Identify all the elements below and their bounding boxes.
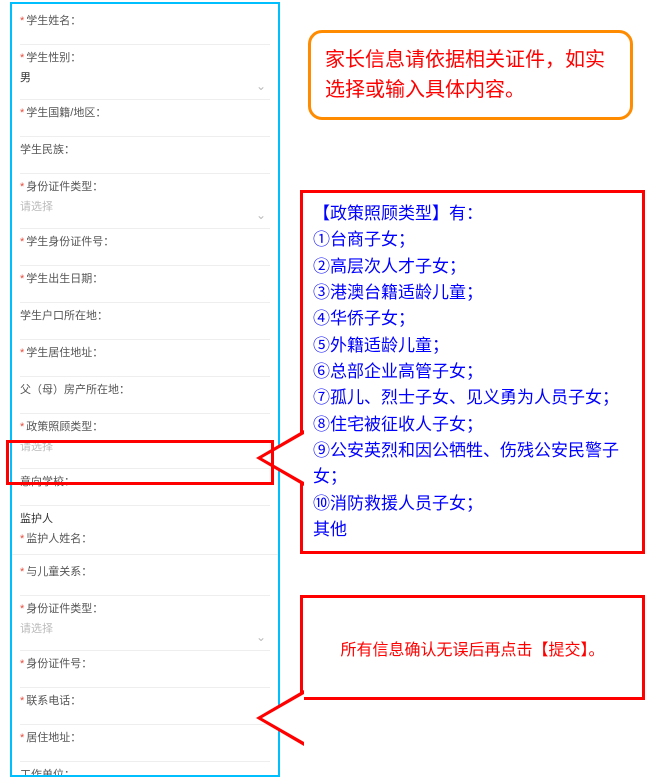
form-fields-top: *学生姓名： *学生性别： 男 ⌄ *学生国籍/地区： 学生民族： *身份证件类… — [12, 4, 278, 506]
label: 政策照顾类型： — [26, 421, 103, 433]
guardian-section-title: 监护人 — [12, 506, 278, 526]
label: 学生居住地址： — [26, 347, 103, 359]
field-student-name[interactable]: *学生姓名： — [20, 8, 270, 45]
label: 意向学校： — [20, 476, 75, 488]
chevron-down-icon: ⌄ — [256, 208, 266, 222]
label: 学生国籍/地区： — [26, 107, 106, 119]
callout-submit-reminder: 所有信息确认无误后再点击【提交】。 — [300, 595, 645, 700]
field-guardian-address[interactable]: *居住地址： — [20, 725, 270, 762]
label: 学生姓名： — [26, 15, 81, 27]
value: 请选择 — [20, 618, 53, 636]
policy-item: ③港澳台籍适龄儿童； — [313, 280, 632, 306]
label: 工作单位： — [20, 769, 75, 777]
policy-title: 【政策照顾类型】有： — [313, 201, 632, 227]
policy-item: ⑦孤儿、烈士子女、见义勇为人员子女； — [313, 385, 632, 411]
field-phone[interactable]: *联系电话： — [20, 688, 270, 725]
callout-arrow-fill — [262, 694, 304, 742]
value: 男 — [20, 67, 31, 85]
form-fields-bottom: *与儿童关系： *身份证件类型： 请选择 ⌄ *身份证件号： *联系电话： *居… — [12, 555, 278, 777]
field-school[interactable]: 意向学校： — [20, 469, 270, 506]
label: 身份证件号： — [26, 658, 92, 670]
label: 居住地址： — [26, 732, 81, 744]
label: 身份证件类型： — [26, 603, 103, 615]
label: 与儿童关系： — [26, 566, 92, 578]
field-policy-type[interactable]: *政策照顾类型： 请选择 ⌄ — [20, 414, 270, 469]
policy-item: ⑤外籍适龄儿童； — [313, 333, 632, 359]
field-residence[interactable]: *学生居住地址： — [20, 340, 270, 377]
callout-parent-info: 家长信息请依据相关证件，如实选择或输入具体内容。 — [308, 30, 633, 120]
value: 请选择 — [20, 196, 53, 214]
field-work-unit[interactable]: 工作单位： — [20, 762, 270, 777]
label: 学生户口所在地： — [20, 310, 108, 322]
label: 学生出生日期： — [26, 273, 103, 285]
policy-item: ②高层次人才子女； — [313, 254, 632, 280]
label: 父（母）房产所在地： — [20, 384, 130, 396]
field-birth-date[interactable]: *学生出生日期： — [20, 266, 270, 303]
label: 学生性别： — [26, 52, 81, 64]
field-nationality[interactable]: *学生国籍/地区： — [20, 100, 270, 137]
field-guardian-id-type[interactable]: *身份证件类型： 请选择 ⌄ — [20, 596, 270, 651]
policy-item: ①台商子女； — [313, 227, 632, 253]
callout-text: 所有信息确认无误后再点击【提交】。 — [340, 636, 604, 660]
callout-policy-types: 【政策照顾类型】有： ①台商子女； ②高层次人才子女； ③港澳台籍适龄儿童； ④… — [300, 190, 645, 554]
field-ethnicity[interactable]: 学生民族： — [20, 137, 270, 174]
field-guardian-id-number[interactable]: *身份证件号： — [20, 651, 270, 688]
policy-item: ⑨公安英烈和因公牺牲、伤残公安民警子女； — [313, 438, 632, 491]
field-relation[interactable]: *与儿童关系： — [20, 559, 270, 596]
form-panel: *学生姓名： *学生性别： 男 ⌄ *学生国籍/地区： 学生民族： *身份证件类… — [10, 2, 280, 777]
policy-item: ⑧住宅被征收人子女； — [313, 412, 632, 438]
label: 监护人姓名： — [26, 533, 92, 545]
policy-item: 其他 — [313, 517, 632, 543]
field-id-number[interactable]: *学生身份证件号： — [20, 229, 270, 266]
field-student-gender[interactable]: *学生性别： 男 ⌄ — [20, 45, 270, 100]
chevron-down-icon: ⌄ — [256, 79, 266, 93]
guardian-name-field[interactable]: *监护人姓名： — [12, 526, 278, 555]
field-id-type[interactable]: *身份证件类型： 请选择 ⌄ — [20, 174, 270, 229]
field-property[interactable]: 父（母）房产所在地： — [20, 377, 270, 414]
label: 身份证件类型： — [26, 181, 103, 193]
policy-item: ⑥总部企业高管子女； — [313, 359, 632, 385]
label: 联系电话： — [26, 695, 81, 707]
field-hukou[interactable]: 学生户口所在地： — [20, 303, 270, 340]
chevron-down-icon: ⌄ — [256, 630, 266, 644]
label: 学生民族： — [20, 144, 75, 156]
policy-item: ⑩消防救援人员子女； — [313, 491, 632, 517]
callout-arrow-fill — [262, 434, 304, 482]
policy-item: ④华侨子女； — [313, 306, 632, 332]
required-mark: * — [20, 15, 24, 27]
value: 请选择 — [20, 436, 53, 454]
label: 学生身份证件号： — [26, 236, 114, 248]
callout-text: 家长信息请依据相关证件，如实选择或输入具体内容。 — [325, 49, 605, 101]
